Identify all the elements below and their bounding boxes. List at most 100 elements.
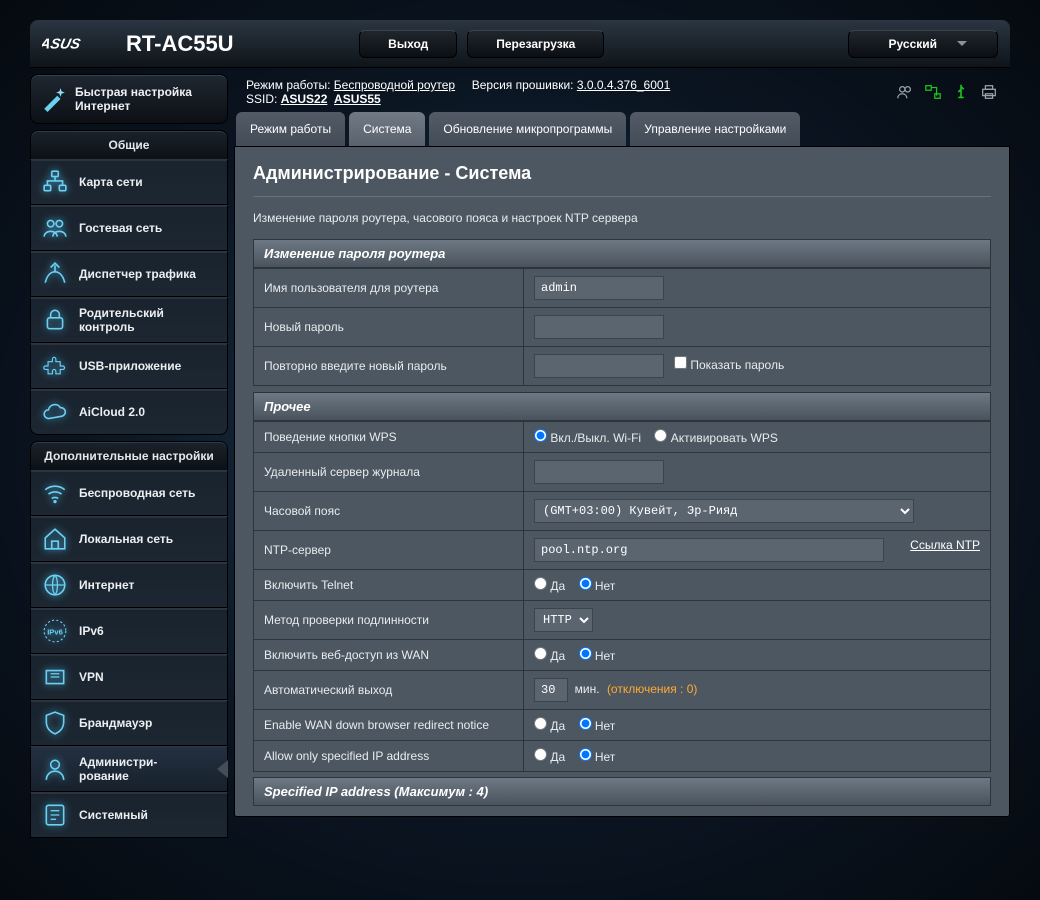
show-password-checkbox[interactable]	[674, 356, 687, 369]
retype-password-label: Повторно введите новый пароль	[254, 347, 524, 386]
ipv6-icon: IPv6	[41, 617, 69, 645]
sidebar-item-firewall[interactable]: Брандмауэр	[30, 700, 228, 746]
admin-icon	[41, 755, 69, 783]
sidebar-item-label: VPN	[79, 670, 104, 684]
cloud-icon	[41, 398, 69, 426]
login-name-input[interactable]	[534, 276, 664, 300]
printer-status-icon[interactable]	[980, 83, 998, 101]
sidebar-item-aicloud[interactable]: AiCloud 2.0	[30, 389, 228, 435]
asus-logo: ASUS	[42, 35, 114, 53]
language-select[interactable]: Русский	[848, 30, 999, 58]
telnet-no-radio[interactable]: Нет	[579, 579, 616, 593]
main-content: Режим работы: Беспроводной роутер Версия…	[234, 68, 1010, 838]
new-password-input[interactable]	[534, 315, 664, 339]
lock-icon	[41, 306, 69, 334]
panel-desc: Изменение пароля роутера, часового пояса…	[253, 211, 991, 225]
login-name-label: Имя пользователя для роутера	[254, 269, 524, 308]
wps-toggle-radio[interactable]: Вкл./Выкл. Wi-Fi	[534, 431, 641, 445]
shield-icon	[41, 709, 69, 737]
sidebar-item-system-log[interactable]: Системный	[30, 792, 228, 838]
sidebar-item-usb-application[interactable]: USB-приложение	[30, 343, 228, 389]
usb-status-icon[interactable]	[952, 83, 970, 101]
log-icon	[41, 801, 69, 829]
wan-web-yes-radio[interactable]: Да	[534, 649, 565, 663]
tab-operation-mode[interactable]: Режим работы	[236, 112, 345, 146]
clients-icon[interactable]	[896, 83, 914, 101]
tab-system[interactable]: Система	[349, 112, 425, 146]
sidebar-item-guest-network[interactable]: Гостевая сеть	[30, 205, 228, 251]
sidebar-item-wan[interactable]: Интернет	[30, 562, 228, 608]
tabs: Режим работы Система Обновление микропро…	[234, 112, 1010, 146]
sidebar-item-parental-control[interactable]: Родительский контроль	[30, 297, 228, 343]
retype-password-input[interactable]	[534, 354, 664, 378]
sidebar-item-ipv6[interactable]: IPv6 IPv6	[30, 608, 228, 654]
section-specified-ip: Specified IP address (Максимум : 4)	[253, 777, 991, 806]
sidebar-item-traffic-manager[interactable]: Диспетчер трафика	[30, 251, 228, 297]
new-password-label: Новый пароль	[254, 308, 524, 347]
ntp-link[interactable]: Ссылка NTP	[910, 538, 980, 552]
vpn-icon	[41, 663, 69, 691]
sidebar-item-label: Родительский контроль	[79, 306, 217, 334]
house-icon	[41, 525, 69, 553]
timezone-select[interactable]: (GMT+03:00) Кувейт, Эр-Рияд	[534, 499, 914, 523]
sidebar-item-lan[interactable]: Локальная сеть	[30, 516, 228, 562]
network-map-icon	[41, 168, 69, 196]
wan-down-yes-radio[interactable]: Да	[534, 719, 565, 733]
sidebar-item-label: Карта сети	[79, 175, 143, 189]
show-password-label: Показать пароль	[690, 358, 784, 372]
svg-text:IPv6: IPv6	[47, 627, 63, 636]
top-bar: ASUS RT-AC55U Выход Перезагрузка Русский	[30, 20, 1010, 68]
sidebar-item-label: Диспетчер трафика	[79, 267, 196, 281]
sidebar-item-label: Системный	[79, 808, 148, 822]
sidebar-item-vpn[interactable]: VPN	[30, 654, 228, 700]
timezone-label: Часовой пояс	[254, 491, 524, 530]
sidebar-item-administration[interactable]: Администри- рование	[30, 746, 228, 792]
model-name: RT-AC55U	[126, 31, 359, 57]
auto-logout-label: Автоматический выход	[254, 670, 524, 709]
remote-log-input[interactable]	[534, 460, 664, 484]
language-label: Русский	[889, 37, 938, 51]
sidebar-item-label: Беспроводная сеть	[79, 486, 195, 500]
sidebar-item-network-map[interactable]: Карта сети	[30, 159, 228, 205]
auto-logout-input[interactable]	[534, 678, 568, 702]
telnet-label: Включить Telnet	[254, 569, 524, 600]
tab-firmware-upgrade[interactable]: Обновление микропрограммы	[429, 112, 626, 146]
tab-restore-save[interactable]: Управление настройками	[630, 112, 800, 146]
wan-web-no-radio[interactable]: Нет	[579, 649, 616, 663]
sidebar-item-label: IPv6	[79, 624, 104, 638]
ssid2-link[interactable]: ASUS55	[334, 92, 381, 106]
sidebar-section-general: Общие	[30, 130, 228, 159]
auth-method-label: Метод проверки подлинности	[254, 600, 524, 639]
internet-status-icon[interactable]	[924, 83, 942, 101]
logout-button[interactable]: Выход	[359, 30, 457, 58]
telnet-yes-radio[interactable]: Да	[534, 579, 565, 593]
ntp-server-label: NTP-сервер	[254, 530, 524, 569]
puzzle-icon	[41, 352, 69, 380]
quick-internet-setup[interactable]: Быстрая настройкаИнтернет	[30, 74, 228, 124]
wan-down-no-radio[interactable]: Нет	[579, 719, 616, 733]
sidebar-item-label: USB-приложение	[79, 359, 181, 373]
allow-ip-label: Allow only specified IP address	[254, 740, 524, 771]
panel-title: Администрирование - Система	[253, 163, 991, 197]
sidebar-section-advanced: Дополнительные настройки	[30, 441, 228, 470]
sidebar-item-label: AiCloud 2.0	[79, 405, 145, 419]
sidebar-item-wireless[interactable]: Беспроводная сеть	[30, 470, 228, 516]
remote-log-label: Удаленный сервер журнала	[254, 452, 524, 491]
wps-activate-radio[interactable]: Активировать WPS	[654, 431, 777, 445]
sidebar-item-label: Администри- рование	[79, 755, 157, 783]
chevron-down-icon	[957, 41, 967, 46]
allow-ip-yes-radio[interactable]: Да	[534, 750, 565, 764]
settings-panel: Администрирование - Система Изменение па…	[234, 146, 1010, 817]
ntp-server-input[interactable]	[534, 538, 884, 562]
mode-label: Режим работы:	[246, 78, 330, 92]
firmware-label: Версия прошивки:	[472, 78, 574, 92]
reboot-button[interactable]: Перезагрузка	[467, 30, 604, 58]
wan-down-label: Enable WAN down browser redirect notice	[254, 709, 524, 740]
firmware-link[interactable]: 3.0.0.4.376_6001	[577, 78, 670, 92]
allow-ip-no-radio[interactable]: Нет	[579, 750, 616, 764]
mode-link[interactable]: Беспроводной роутер	[334, 78, 455, 92]
ssid1-link[interactable]: ASUS22	[281, 92, 328, 106]
auth-method-select[interactable]: HTTP	[534, 608, 593, 632]
sidebar-item-label: Локальная сеть	[79, 532, 173, 546]
sidebar: Быстрая настройкаИнтернет Общие Карта се…	[30, 68, 228, 838]
